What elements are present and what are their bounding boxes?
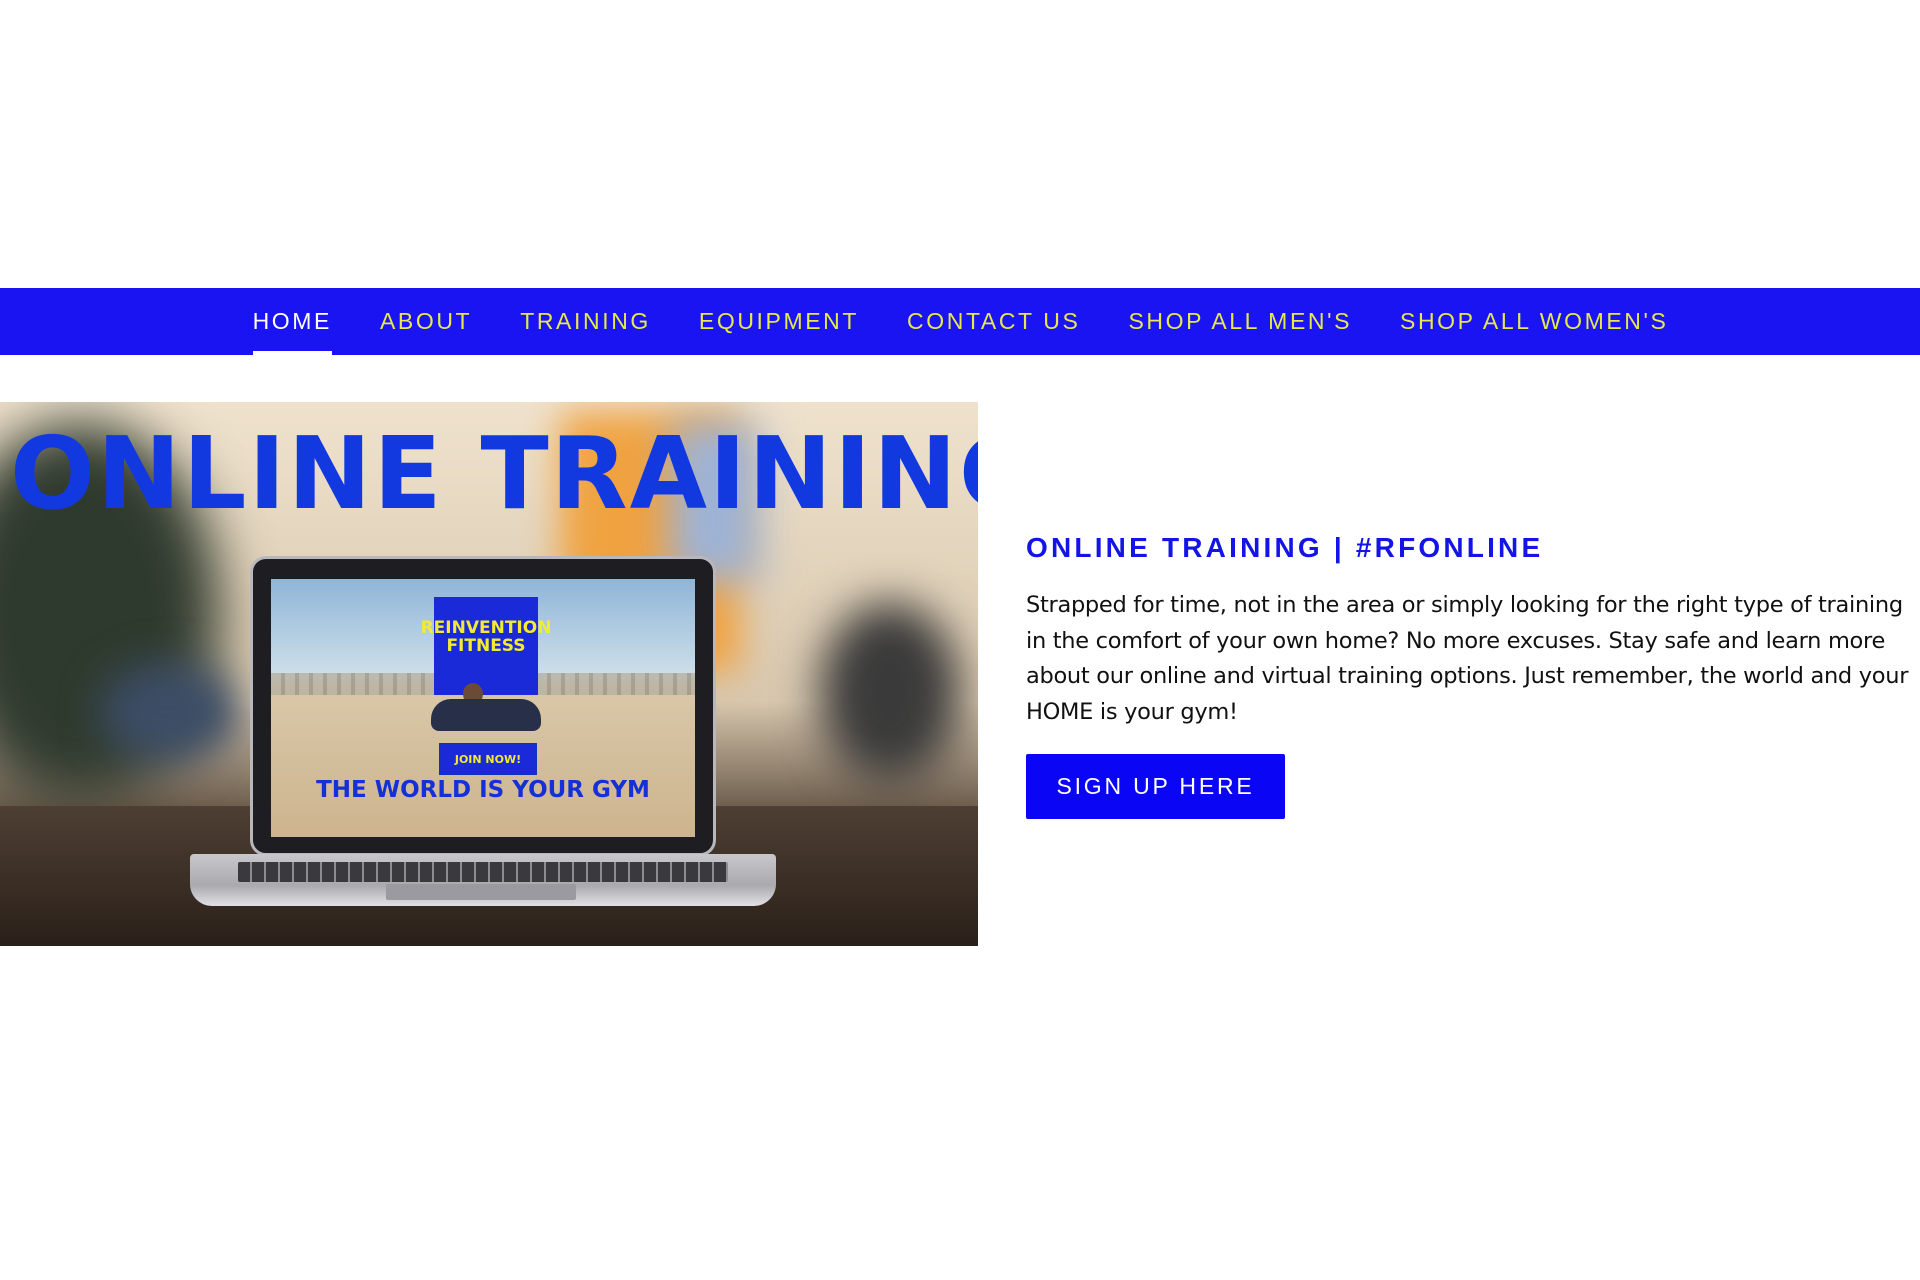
nav-item-training[interactable]: TRAINING xyxy=(520,288,651,355)
hero-title: ONLINE TRAINING xyxy=(10,415,978,532)
laptop: REINVENTION FITNESS JOIN NOW! THE WORLD … xyxy=(250,556,716,856)
laptop-trackpad xyxy=(386,884,576,900)
nav-item-home[interactable]: HOME xyxy=(252,288,333,355)
nav-items: HOME ABOUT TRAINING EQUIPMENT CONTACT US… xyxy=(252,288,1669,355)
nav-item-equipment[interactable]: EQUIPMENT xyxy=(699,288,859,355)
content-section: ONLINE TRAINING | #RFONLINE Strapped for… xyxy=(1026,528,1916,730)
background-object xyxy=(820,602,960,782)
background-chair xyxy=(100,662,240,762)
nav-item-contact-us[interactable]: CONTACT US xyxy=(907,288,1080,355)
laptop-screen: REINVENTION FITNESS JOIN NOW! THE WORLD … xyxy=(271,579,695,837)
section-title: ONLINE TRAINING | #RFONLINE xyxy=(1026,532,1544,563)
laptop-keyboard xyxy=(238,862,728,882)
main-navigation: HOME ABOUT TRAINING EQUIPMENT CONTACT US… xyxy=(0,288,1920,355)
laptop-base xyxy=(190,854,776,906)
nav-item-shop-mens[interactable]: SHOP ALL MEN'S xyxy=(1128,288,1352,355)
hero-image: ONLINE TRAINING REINVENTION FITNESS JOIN… xyxy=(0,402,978,946)
screen-join-button: JOIN NOW! xyxy=(439,743,537,775)
section-description: Strapped for time, not in the area or si… xyxy=(1026,592,1909,725)
screen-tagline: THE WORLD IS YOUR GYM xyxy=(316,777,650,803)
nav-item-about[interactable]: ABOUT xyxy=(380,288,472,355)
brand-logo-text: REINVENTION FITNESS xyxy=(420,618,552,656)
athlete-figure xyxy=(431,699,541,731)
sign-up-button[interactable]: SIGN UP HERE xyxy=(1026,754,1285,819)
nav-item-shop-womens[interactable]: SHOP ALL WOMEN'S xyxy=(1400,288,1668,355)
